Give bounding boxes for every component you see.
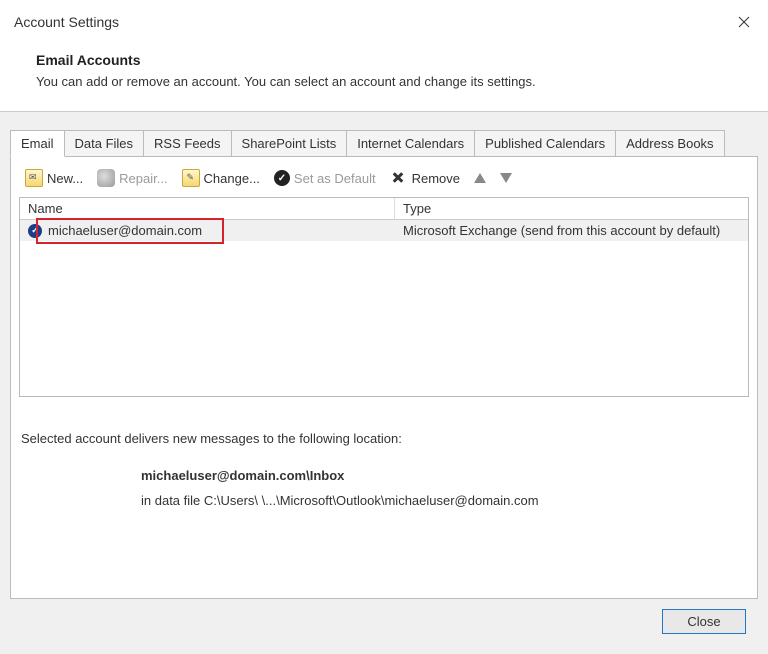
default-account-icon <box>28 224 42 238</box>
body-section: Email Data Files RSS Feeds SharePoint Li… <box>0 112 768 654</box>
titlebar: Account Settings <box>0 0 768 42</box>
column-header-type[interactable]: Type <box>395 198 748 219</box>
remove-label: Remove <box>412 171 460 186</box>
delivery-section: Selected account delivers new messages t… <box>19 431 749 513</box>
account-settings-dialog: Account Settings Email Accounts You can … <box>0 0 768 654</box>
tab-published-calendars[interactable]: Published Calendars <box>474 130 616 156</box>
tab-rss-feeds[interactable]: RSS Feeds <box>143 130 231 156</box>
change-label: Change... <box>204 171 260 186</box>
delivery-location-bold: michaeluser@domain.com\Inbox <box>141 464 747 489</box>
new-icon <box>25 169 43 187</box>
window-title: Account Settings <box>14 14 119 30</box>
tab-sharepoint-lists[interactable]: SharePoint Lists <box>231 130 348 156</box>
repair-button[interactable]: Repair... <box>93 167 171 189</box>
column-header-name[interactable]: Name <box>20 198 395 219</box>
footer: Close <box>10 599 758 644</box>
tab-data-files[interactable]: Data Files <box>64 130 145 156</box>
remove-icon <box>390 169 408 187</box>
close-icon[interactable] <box>732 10 756 34</box>
move-down-button[interactable] <box>496 171 516 185</box>
row-name-cell: michaeluser@domain.com <box>20 220 395 241</box>
table-row[interactable]: michaeluser@domain.com Microsoft Exchang… <box>20 220 748 241</box>
set-default-button[interactable]: Set as Default <box>270 168 380 188</box>
accounts-listview: Name Type michaeluser@domain.com Microso… <box>19 197 749 397</box>
row-name-text: michaeluser@domain.com <box>48 223 202 238</box>
tab-email[interactable]: Email <box>10 130 65 157</box>
tabstrip: Email Data Files RSS Feeds SharePoint Li… <box>10 130 758 156</box>
email-tab-panel: New... Repair... Change... Set as Defaul… <box>10 156 758 599</box>
row-type-cell: Microsoft Exchange (send from this accou… <box>395 220 748 241</box>
repair-icon <box>97 169 115 187</box>
toolbar: New... Repair... Change... Set as Defaul… <box>19 163 749 197</box>
header-title: Email Accounts <box>36 52 732 68</box>
set-default-label: Set as Default <box>294 171 376 186</box>
delivery-location-file: in data file C:\Users\ \...\Microsoft\Ou… <box>141 489 747 514</box>
tab-address-books[interactable]: Address Books <box>615 130 724 156</box>
change-button[interactable]: Change... <box>178 167 264 189</box>
new-label: New... <box>47 171 83 186</box>
delivery-location: michaeluser@domain.com\Inbox in data fil… <box>21 464 747 513</box>
close-button[interactable]: Close <box>662 609 746 634</box>
delivery-intro: Selected account delivers new messages t… <box>21 431 747 446</box>
listview-header: Name Type <box>20 198 748 220</box>
repair-label: Repair... <box>119 171 167 186</box>
change-icon <box>182 169 200 187</box>
arrow-up-icon <box>474 173 486 183</box>
remove-button[interactable]: Remove <box>386 167 464 189</box>
header-description: You can add or remove an account. You ca… <box>36 74 732 89</box>
checkmark-circle-icon <box>274 170 290 186</box>
header-section: Email Accounts You can add or remove an … <box>0 42 768 111</box>
arrow-down-icon <box>500 173 512 183</box>
new-button[interactable]: New... <box>21 167 87 189</box>
tab-internet-calendars[interactable]: Internet Calendars <box>346 130 475 156</box>
move-up-button[interactable] <box>470 171 490 185</box>
